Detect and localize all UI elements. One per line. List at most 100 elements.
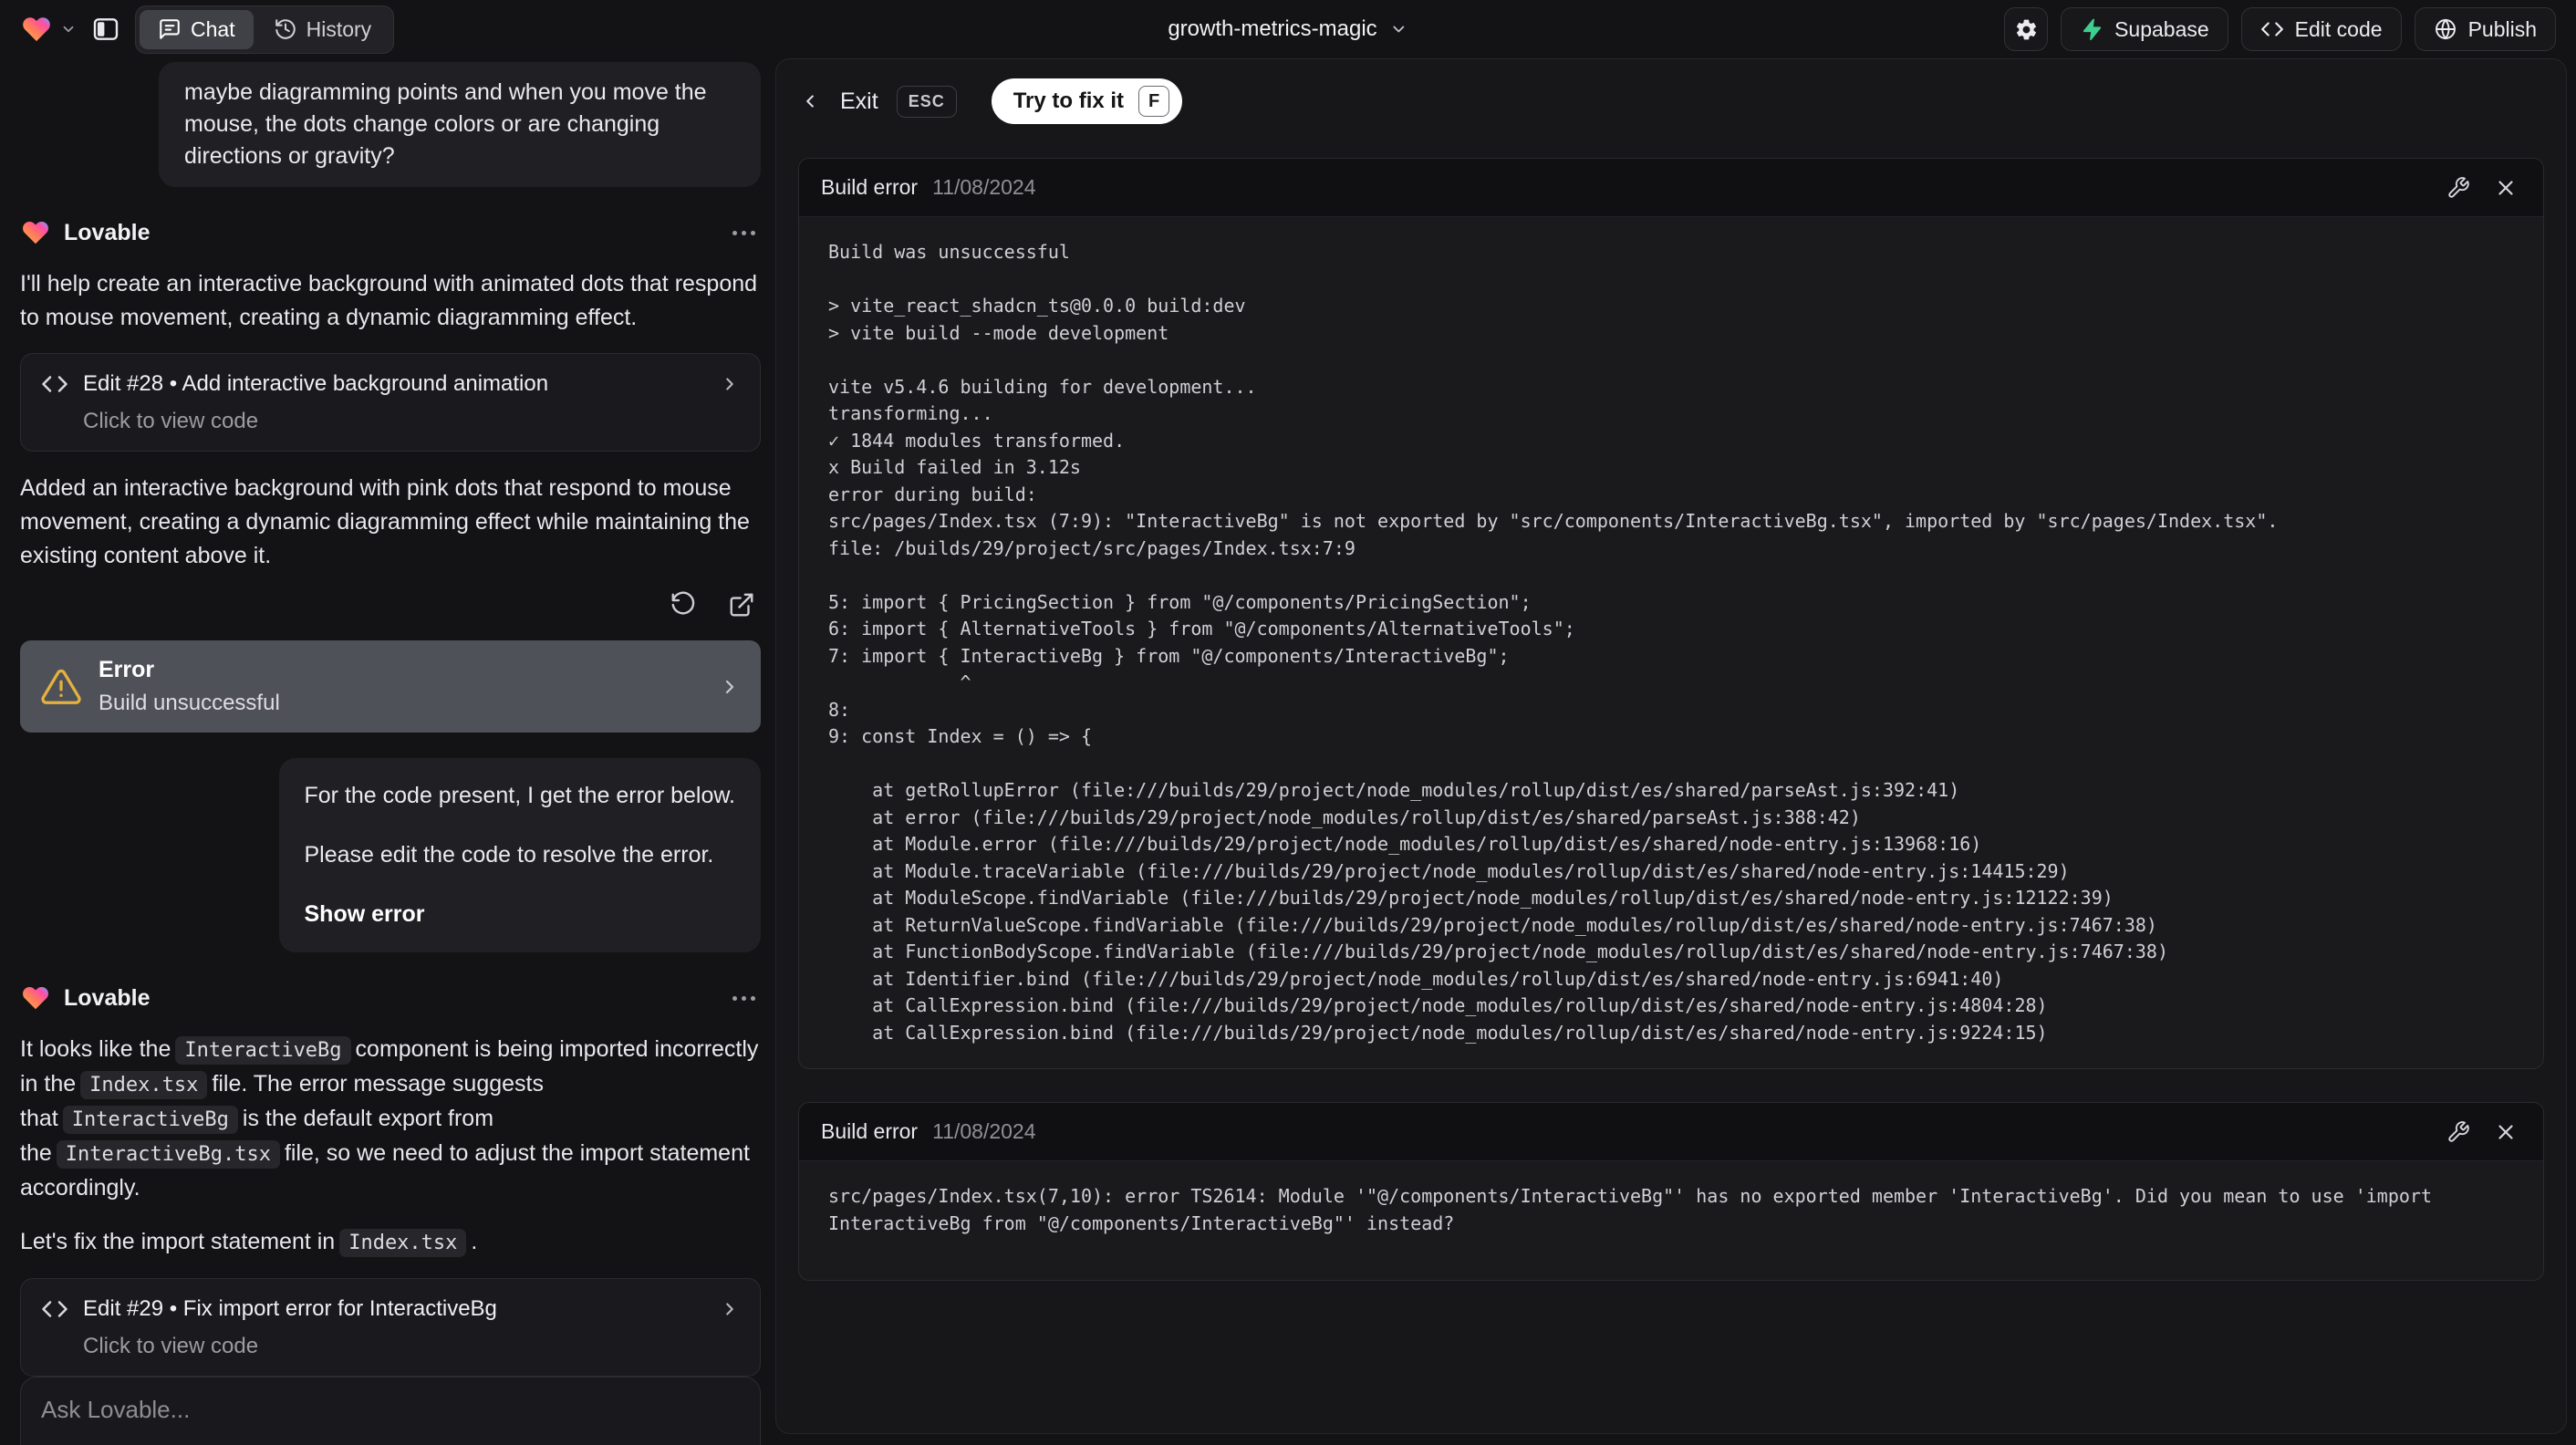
close-icon (2494, 176, 2518, 200)
chevron-right-icon (720, 374, 740, 394)
inline-code: InteractiveBg (62, 1106, 238, 1134)
build-error-panel-1: Build error 11/08/2024 Build was unsucce… (798, 158, 2544, 1069)
error-card-subtitle: Build unsuccessful (99, 691, 280, 715)
show-error-link[interactable]: Show error (305, 899, 425, 930)
rotate-ccw-icon (670, 591, 697, 619)
inline-code: Index.tsx (339, 1229, 467, 1257)
chevron-down-icon (1390, 20, 1408, 38)
assistant-name: Lovable (64, 984, 151, 1011)
edit-card-28-row: Edit #28 • Add interactive background an… (41, 370, 740, 398)
fix-with-ai-button[interactable] (2443, 172, 2474, 203)
build-error-1-date: 11/08/2024 (932, 175, 1036, 199)
msg4-text-2: . (471, 1229, 478, 1254)
chat-sidebar: maybe diagramming points and when you mo… (0, 58, 774, 1445)
chat-bubble-icon (158, 17, 182, 41)
publish-button[interactable]: Publish (2414, 7, 2556, 51)
assistant-header-2: Lovable (20, 983, 761, 1013)
user-message-1-text: maybe diagramming points and when you mo… (184, 79, 707, 169)
project-switcher[interactable]: growth-metrics-magic (1168, 16, 1407, 42)
msg4-text-1: Let's fix the import statement in (20, 1229, 336, 1254)
supabase-button[interactable]: Supabase (2061, 7, 2228, 51)
error-overlay-panel: Exit ESC Try to fix it F Build error 11/… (775, 58, 2567, 1434)
user-message-1: maybe diagramming points and when you mo… (159, 62, 761, 187)
code-icon (2260, 17, 2284, 41)
external-link-icon (728, 591, 755, 619)
wrench-icon (2446, 176, 2470, 200)
settings-button[interactable] (2004, 7, 2049, 51)
lovable-heart-icon (20, 983, 51, 1013)
tab-chat[interactable]: Chat (140, 9, 254, 49)
chevron-down-icon (60, 21, 77, 37)
assistant-message-1: I'll help create an interactive backgrou… (20, 271, 758, 330)
gear-icon (2014, 17, 2039, 42)
close-panel-button[interactable] (2490, 1117, 2521, 1148)
main-split: maybe diagramming points and when you mo… (0, 58, 2576, 1445)
chat-input[interactable] (41, 1396, 740, 1424)
assistant-name: Lovable (64, 219, 151, 245)
publish-label: Publish (2467, 16, 2537, 41)
inline-code: Index.tsx (80, 1071, 208, 1099)
tab-chat-label: Chat (191, 16, 235, 41)
edit-card-29-subtitle: Click to view code (83, 1334, 259, 1358)
tab-history[interactable]: History (255, 10, 390, 49)
lovable-heart-icon (20, 14, 53, 45)
panel-left-icon (91, 15, 120, 44)
warning-triangle-icon (40, 666, 82, 708)
assistant-message-2: Added an interactive background with pin… (20, 475, 750, 568)
project-name: growth-metrics-magic (1168, 16, 1377, 41)
edit-card-29-title: Edit #29 • Fix import error for Interact… (83, 1296, 497, 1321)
error-panel-body: Build error 11/08/2024 Build was unsucce… (776, 143, 2566, 1303)
assistant-header-1: Lovable (20, 218, 761, 247)
try-fix-button[interactable]: Try to fix it F (991, 78, 1183, 124)
fix-with-ai-button[interactable] (2443, 1117, 2474, 1148)
user-message-2-line1: For the code present, I get the error be… (304, 783, 736, 808)
build-error-2-actions (2443, 1117, 2521, 1148)
try-fix-label: Try to fix it (1013, 88, 1125, 113)
user-message-2-line2: Please edit the code to resolve the erro… (304, 842, 714, 868)
app-root: Chat History growth-metrics-magic Supaba… (0, 0, 2576, 1445)
chevron-right-icon (720, 1299, 740, 1319)
edit-card-29[interactable]: Edit #29 • Fix import error for Interact… (20, 1278, 761, 1377)
error-card-texts: Error Build unsuccessful (99, 657, 280, 716)
build-error-1-title: Build error (821, 175, 919, 199)
assistant-message-3: It looks like the InteractiveBg component … (20, 1033, 761, 1205)
message-actions (20, 586, 761, 624)
edit-card-28[interactable]: Edit #28 • Add interactive background an… (20, 353, 761, 452)
open-preview-button[interactable] (722, 586, 761, 624)
exit-label: Exit (840, 88, 878, 114)
overlay-header: Exit ESC Try to fix it F (776, 59, 2566, 143)
sidebar-toggle-button[interactable] (91, 15, 120, 44)
edit-card-28-title: Edit #28 • Add interactive background an… (83, 371, 549, 396)
edit-code-label: Edit code (2294, 16, 2383, 41)
build-error-2-header: Build error 11/08/2024 (799, 1103, 2543, 1161)
view-switcher: Chat History (135, 5, 395, 54)
edit-code-button[interactable]: Edit code (2240, 7, 2402, 51)
lovable-logo-menu[interactable] (20, 14, 77, 45)
close-panel-button[interactable] (2490, 172, 2521, 203)
chevron-right-icon (719, 676, 741, 698)
code-icon (41, 370, 68, 398)
user-message-2: For the code present, I get the error be… (278, 758, 761, 952)
esc-key-badge: ESC (896, 85, 957, 118)
inline-code: InteractiveBg.tsx (56, 1140, 280, 1169)
edit-card-28-subtitle: Click to view code (83, 409, 259, 433)
build-error-1-actions (2443, 172, 2521, 203)
restore-version-button[interactable] (664, 586, 702, 624)
f-key-badge: F (1138, 86, 1170, 117)
topbar-actions: Supabase Edit code Publish (2004, 7, 2556, 51)
edit-card-29-row: Edit #29 • Fix import error for Interact… (41, 1295, 740, 1323)
build-error-1-header: Build error 11/08/2024 (799, 159, 2543, 217)
lovable-heart-icon (20, 218, 51, 247)
tab-history-label: History (306, 16, 372, 41)
history-icon (274, 17, 297, 41)
build-error-2-title: Build error (821, 1119, 919, 1143)
wrench-icon (2446, 1120, 2470, 1144)
build-error-2-log: src/pages/Index.tsx(7,10): error TS2614:… (828, 1185, 2444, 1234)
build-error-2-date: 11/08/2024 (932, 1119, 1036, 1143)
chevron-left-icon (800, 91, 820, 111)
message-options-button[interactable] (727, 225, 761, 241)
chat-composer: Attach Select Default (20, 1377, 761, 1445)
message-options-button[interactable] (727, 991, 761, 1006)
build-error-card[interactable]: Error Build unsuccessful (20, 640, 761, 733)
exit-button[interactable]: Exit (800, 88, 878, 115)
